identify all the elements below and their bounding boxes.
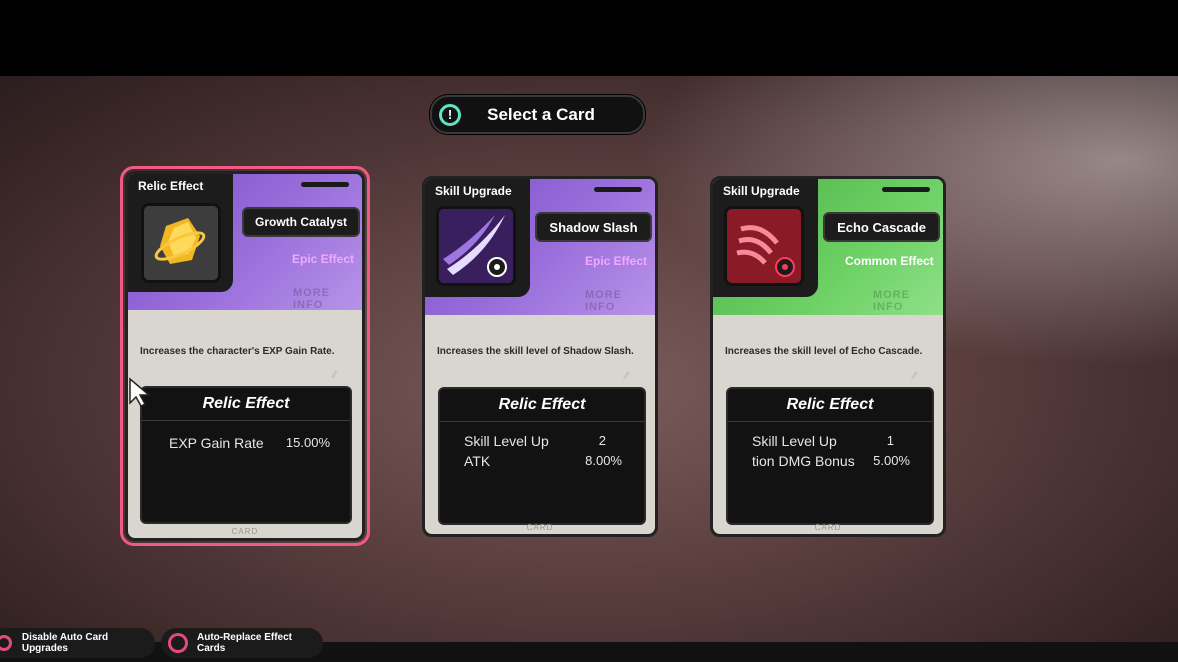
more-info[interactable]: MORE INFO [293,287,362,311]
effect-divider [440,421,644,422]
select-card-header: ! Select a Card [430,95,645,134]
effect-title: Relic Effect [202,395,290,412]
card-dash [301,182,349,187]
decor-ticks: ⁄⁄ [913,371,917,382]
more-info[interactable]: MORE INFO [585,289,655,313]
effect-title: Relic Effect [786,396,874,413]
decor-ticks: ⁄⁄ [625,371,629,382]
stat-row: ATK 8.00% [440,453,644,471]
effect-divider [728,421,932,422]
card-rarity: Epic Effect [292,252,355,266]
card-type-tab: Skill Upgrade [425,179,530,297]
golden-relic-icon [141,203,221,283]
more-info[interactable]: MORE INFO [873,289,943,313]
stat-value: 1 [886,433,894,448]
effect-panel: Relic Effect Skill Level Up 1 tion DMG B… [726,387,934,525]
card-type-tab: Relic Effect [128,174,233,292]
stat-row: tion DMG Bonus 5.00% [728,453,932,471]
stat-name: ATK [464,453,491,469]
slash-skill-icon [436,206,516,286]
card-type-label: Skill Upgrade [435,184,512,198]
card-description: Increases the character's EXP Gain Rate. [140,346,335,357]
card-echo-cascade[interactable]: Skill Upgrade Echo Cascade Common Effect… [710,176,946,537]
stat-row: EXP Gain Rate 15.00% [142,435,350,453]
auto-replace-button[interactable]: Auto-Replace Effect Cards [161,628,323,658]
stat-name: Skill Level Up [464,433,549,449]
card-footer: CARD [231,527,259,536]
effect-panel: Relic Effect Skill Level Up 2 ATK 8.00% [438,387,646,525]
card-type-tab: Skill Upgrade [713,179,818,297]
card-name: Growth Catalyst [242,207,360,237]
effect-panel: Relic Effect EXP Gain Rate 15.00% [140,386,352,524]
card-rarity: Common Effect [845,254,934,268]
stat-name: EXP Gain Rate [169,435,264,451]
stat-name: tion DMG Bonus [752,453,855,469]
alert-icon: ! [439,103,461,126]
decor-ticks: ⁄⁄ [333,370,337,381]
stat-value: 15.00% [285,435,330,450]
stat-row: Skill Level Up 2 [440,433,644,451]
stat-value: 8.00% [585,453,622,468]
card-description: Increases the skill level of Echo Cascad… [725,346,923,357]
card-shadow-slash[interactable]: Skill Upgrade Shadow Slash Epic Effect M… [422,176,658,537]
auto-replace-label: Auto-Replace Effect Cards [196,632,292,654]
stat-name: Skill Level Up [752,433,837,449]
stat-value: 2 [598,433,606,448]
circle-button-icon [168,633,188,653]
card-dash [882,187,930,192]
mouse-cursor-icon [128,377,154,412]
stat-row: Skill Level Up 1 [728,433,932,451]
disable-auto-upgrades-button[interactable]: Disable Auto Card Upgrades [0,628,155,658]
effect-title: Relic Effect [498,396,586,413]
header-title: Select a Card [487,104,595,124]
card-type-label: Relic Effect [138,179,204,193]
card-name: Echo Cascade [823,212,940,242]
card-footer: CARD [526,523,554,532]
stat-value: 5.00% [873,453,910,468]
card-footer: CARD [814,523,842,532]
echo-skill-icon [724,206,804,286]
effect-divider [142,420,350,421]
card-rarity: Epic Effect [585,254,648,268]
card-type-label: Skill Upgrade [723,184,800,198]
card-description: Increases the skill level of Shadow Slas… [437,346,634,357]
card-growth-catalyst[interactable]: Relic Effect Growth Catalyst Epic Effect… [120,166,370,546]
card-name: Shadow Slash [535,212,652,242]
card-dash [594,187,642,192]
circle-button-icon [0,635,12,651]
disable-auto-upgrades-label: Disable Auto Card Upgrades [21,632,109,654]
